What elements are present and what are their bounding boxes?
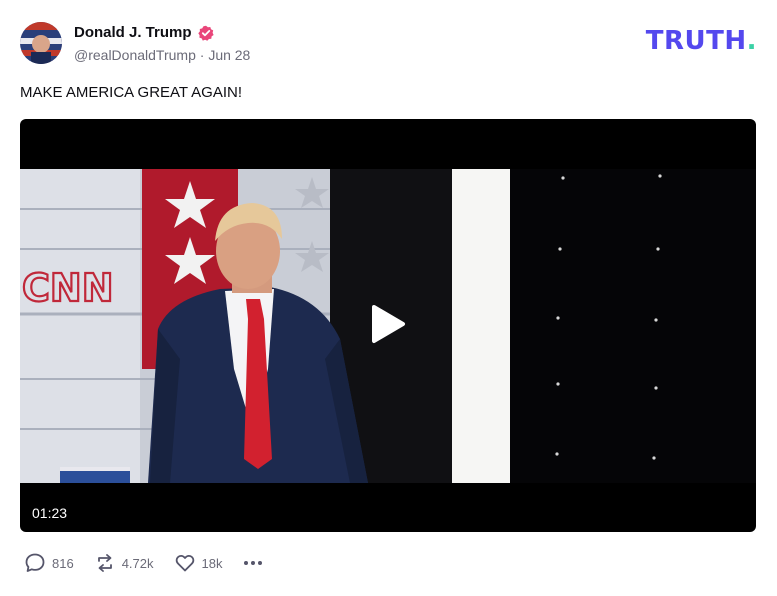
post-text: MAKE AMERICA GREAT AGAIN! — [20, 84, 243, 101]
display-name[interactable]: Donald J. Trump — [74, 24, 192, 41]
retruth-button[interactable]: 4.72k — [94, 552, 154, 574]
reply-button[interactable]: 816 — [24, 552, 74, 574]
like-count: 18k — [201, 555, 223, 571]
play-icon — [372, 305, 405, 343]
verified-badge-icon — [197, 25, 214, 41]
post-date[interactable]: Jun 28 — [208, 47, 250, 63]
avatar[interactable] — [20, 22, 62, 64]
play-button[interactable] — [370, 304, 406, 344]
logo-text: TRUTH — [645, 26, 747, 56]
retruth-icon — [97, 554, 112, 572]
like-button[interactable]: 18k — [174, 552, 223, 574]
video-duration: 01:23 — [32, 505, 68, 521]
reply-icon — [25, 553, 45, 572]
video-player[interactable]: CNN 01:23 — [20, 119, 756, 532]
more-options-button[interactable] — [242, 552, 264, 574]
reply-count: 816 — [52, 555, 74, 571]
logo-dot: . — [746, 26, 757, 56]
cnn-wall-logo: CNN — [22, 266, 114, 310]
author-block: Donald J. Trump @realDonaldTrump · Jun 2… — [74, 24, 250, 63]
retruth-count: 4.72k — [121, 555, 154, 571]
truth-logo[interactable]: TRUTH. — [646, 26, 757, 56]
post-actions: 816 4.72k 18k — [24, 552, 264, 574]
post-header: Donald J. Trump @realDonaldTrump · Jun 2… — [20, 20, 757, 66]
heart-icon — [175, 554, 194, 572]
more-icon — [244, 561, 263, 565]
handle[interactable]: @realDonaldTrump — [74, 47, 196, 63]
